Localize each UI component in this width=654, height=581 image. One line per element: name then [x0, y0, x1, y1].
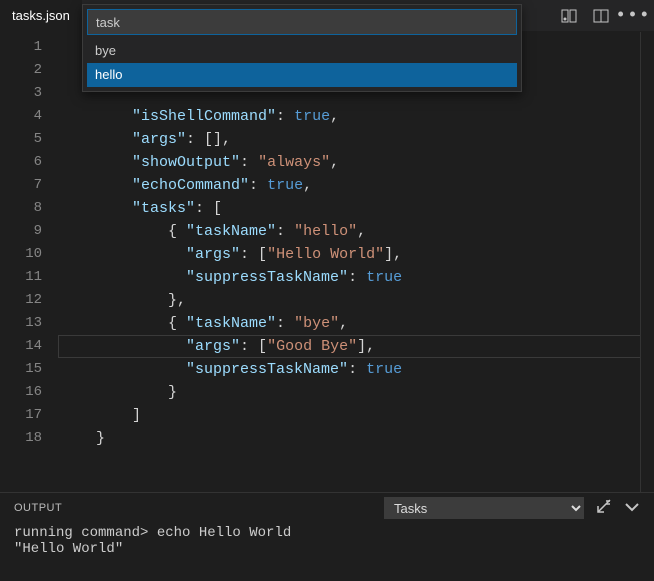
line-number: 13 — [0, 312, 60, 335]
command-palette-list: byehello — [87, 39, 517, 87]
split-editor-icon[interactable] — [592, 7, 610, 25]
command-palette-input[interactable] — [87, 9, 517, 35]
line-number: 10 — [0, 243, 60, 266]
line-number: 1 — [0, 36, 60, 59]
more-actions-icon[interactable]: ••• — [624, 7, 642, 25]
output-panel-title: OUTPUT — [14, 502, 62, 514]
code-content[interactable]: "isShellCommand": true, "args": [], "sho… — [60, 32, 654, 492]
command-palette-item[interactable]: hello — [87, 63, 517, 87]
line-number: 5 — [0, 128, 60, 151]
tab-title: tasks.json — [12, 8, 70, 23]
line-number: 18 — [0, 427, 60, 450]
line-number: 14 — [0, 335, 60, 358]
code-line[interactable]: { "taskName": "bye", — [60, 312, 654, 335]
line-number: 8 — [0, 197, 60, 220]
line-number-gutter: 123456789101112131415161718 — [0, 32, 60, 492]
code-line[interactable]: "isShellCommand": true, — [60, 105, 654, 128]
line-number: 11 — [0, 266, 60, 289]
line-number: 17 — [0, 404, 60, 427]
code-line[interactable]: "echoCommand": true, — [60, 174, 654, 197]
output-panel-body[interactable]: running command> echo Hello World "Hello… — [0, 523, 654, 581]
line-number: 15 — [0, 358, 60, 381]
code-line[interactable]: "suppressTaskName": true — [60, 358, 654, 381]
title-actions: ••• — [560, 7, 654, 25]
code-line[interactable]: "showOutput": "always", — [60, 151, 654, 174]
minimap[interactable] — [640, 32, 654, 492]
editor-tab[interactable]: tasks.json — [0, 0, 82, 32]
command-palette-item[interactable]: bye — [87, 39, 517, 63]
output-panel-header: OUTPUT Tasks — [0, 493, 654, 523]
code-line[interactable]: "suppressTaskName": true — [60, 266, 654, 289]
output-panel-actions — [596, 499, 640, 518]
code-line[interactable]: { "taskName": "hello", — [60, 220, 654, 243]
line-number: 2 — [0, 59, 60, 82]
code-line[interactable]: "args": ["Hello World"], — [60, 243, 654, 266]
code-editor[interactable]: 123456789101112131415161718 "isShellComm… — [0, 32, 654, 492]
line-number: 7 — [0, 174, 60, 197]
split-compare-icon[interactable] — [560, 7, 578, 25]
line-number: 16 — [0, 381, 60, 404]
command-palette: byehello — [82, 4, 522, 92]
line-number: 4 — [0, 105, 60, 128]
output-channel-select[interactable]: Tasks — [384, 497, 584, 519]
code-line[interactable]: }, — [60, 289, 654, 312]
line-number: 9 — [0, 220, 60, 243]
clear-output-icon[interactable] — [596, 499, 612, 518]
collapse-panel-icon[interactable] — [624, 499, 640, 518]
code-line[interactable]: ] — [60, 404, 654, 427]
code-line[interactable]: } — [60, 427, 654, 450]
line-number: 3 — [0, 82, 60, 105]
code-line[interactable]: "args": ["Good Bye"], — [60, 335, 654, 358]
line-number: 6 — [0, 151, 60, 174]
line-number: 12 — [0, 289, 60, 312]
output-panel: OUTPUT Tasks running command> echo Hello… — [0, 492, 654, 581]
code-line[interactable]: "args": [], — [60, 128, 654, 151]
code-line[interactable]: } — [60, 381, 654, 404]
code-line[interactable]: "tasks": [ — [60, 197, 654, 220]
